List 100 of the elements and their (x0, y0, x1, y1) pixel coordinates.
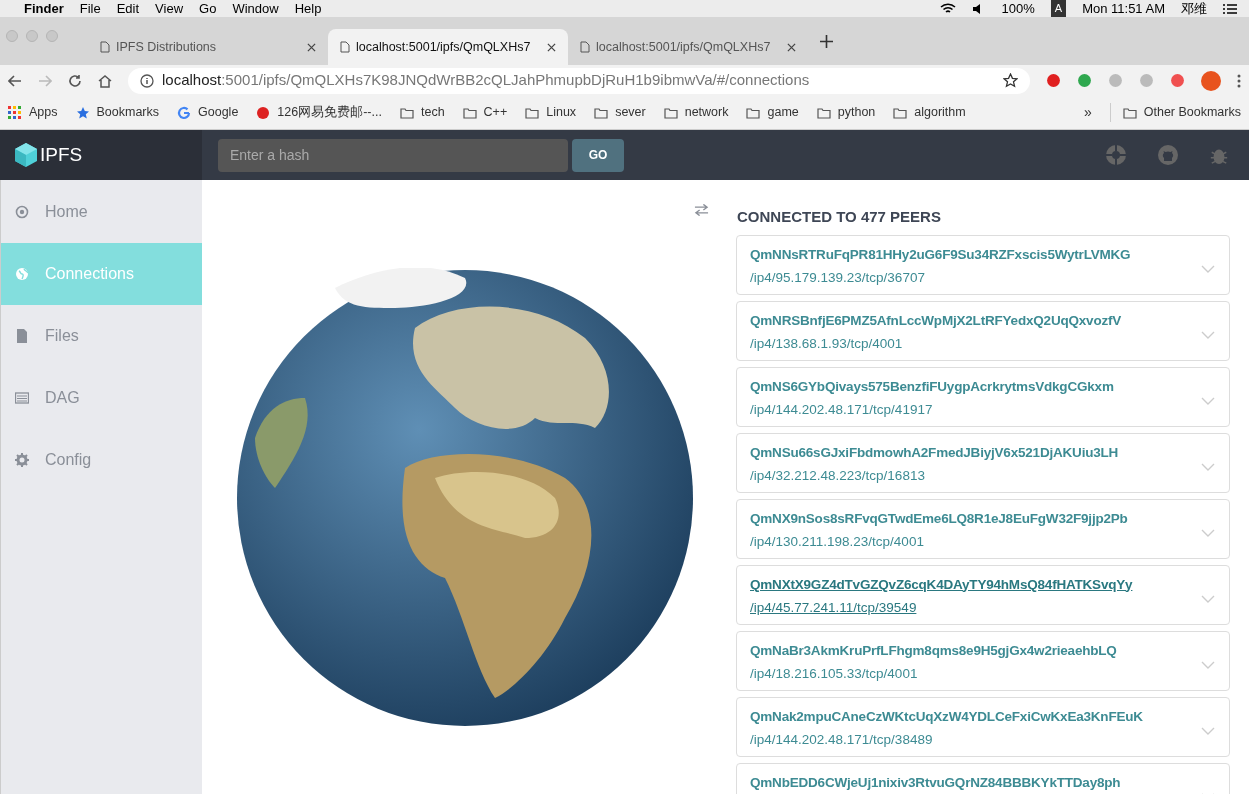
menubar-clock[interactable]: Mon 11:51 AM (1082, 0, 1165, 19)
chevron-down-icon[interactable] (1201, 463, 1215, 471)
peer-card[interactable]: QmNbEDD6CWjeUj1nixiv3RtvuGQrNZ84BBBKYkTTDay8ph (736, 762, 1230, 794)
wifi-icon[interactable] (939, 2, 956, 15)
peer-address: /ip4/144.202.48.171/tcp/41917 (750, 400, 934, 419)
bookmark[interactable]: network (663, 103, 729, 122)
peer-card[interactable]: QmNRSBnfjE6PMZ5AfnLccWpMjX2LtRFYedxQ2UqQxvozfV /ip4/138.68.1.93/tcp/4001 (736, 300, 1230, 361)
folder-icon (893, 105, 908, 120)
reload-icon[interactable] (68, 73, 82, 88)
peer-id: QmNNsRTRuFqPR81HHy2uG6F9Su34RZFxscis5WytrLVMKG (750, 245, 1132, 264)
peers-heading: CONNECTED TO 477 PEERS (736, 207, 942, 227)
other-bookmarks[interactable]: Other Bookmarks (1109, 103, 1241, 122)
chevron-down-icon[interactable] (1201, 595, 1215, 603)
peer-address: /ip4/130.211.198.23/tcp/4001 (750, 532, 925, 551)
folder-icon (462, 105, 477, 120)
browser-tab[interactable]: localhost:5001/ipfs/QmQLXHs7 (568, 29, 808, 65)
peer-address: /ip4/144.202.48.171/tcp/38489 (750, 730, 934, 749)
close-icon[interactable] (547, 42, 556, 52)
address-bar[interactable]: localhost:5001/ipfs/QmQLXHs7K98JNQdWrBB2cQLJahPhmupbDjRuH1b9ibmwVa/#/connections (128, 67, 1030, 94)
go-button[interactable]: GO (572, 138, 624, 172)
bookmark[interactable]: algorithm (893, 103, 966, 122)
browser-tab[interactable]: localhost:5001/ipfs/QmQLXHs7 (328, 29, 568, 65)
menu-item[interactable]: File (79, 0, 101, 19)
menu-item[interactable]: Window (232, 0, 279, 19)
star-icon[interactable] (1003, 73, 1018, 88)
app-menu[interactable]: Finder (24, 0, 64, 19)
bookmark[interactable]: Bookmarks (75, 103, 160, 122)
extension-icon[interactable] (1077, 73, 1092, 88)
peer-card[interactable]: QmNaBr3AkmKruPrfLFhgm8qms8e9H5gjGx4w2rieaehbLQ /ip4/18.216.105.33/tcp/4001 (736, 630, 1230, 691)
menu-item[interactable]: Go (199, 0, 217, 19)
new-tab-icon[interactable] (820, 34, 833, 48)
globe-icon (15, 267, 29, 281)
peer-id: QmNaBr3AkmKruPrfLFhgm8qms8e9H5gjGx4w2rieaehbLQ (750, 641, 1118, 660)
bookmark[interactable]: game (746, 103, 799, 122)
chevron-down-icon[interactable] (1201, 265, 1215, 273)
profile-avatar[interactable] (1201, 70, 1221, 91)
window-control[interactable] (46, 30, 58, 42)
bookmark[interactable]: Linux (525, 103, 577, 122)
peer-id: QmNS6GYbQivays575BenzfiFUygpAcrkrytmsVdkgCGkxm (750, 377, 1115, 396)
back-icon[interactable] (8, 74, 22, 87)
bookmarks-overflow[interactable]: » (1083, 102, 1092, 123)
apps-grid-icon (8, 105, 22, 120)
swap-arrows-icon[interactable] (694, 204, 709, 216)
cube-logo-icon (14, 142, 38, 168)
list-icon[interactable] (1223, 2, 1237, 15)
peer-id: QmNRSBnfjE6PMZ5AfnLccWpMjX2LtRFYedxQ2UqQxvozfV (750, 311, 1123, 330)
bookmark[interactable]: Apps (8, 103, 58, 122)
chevron-down-icon[interactable] (1201, 661, 1215, 669)
window-control[interactable] (26, 30, 38, 42)
peer-card[interactable]: QmNSu66sGJxiFbdmowhA2FmedJBiyjV6x521DjAKUiu3LH /ip4/32.212.48.223/tcp/16813 (736, 432, 1230, 493)
bookmark[interactable]: Google (177, 103, 239, 122)
more-icon[interactable] (1237, 73, 1241, 88)
battery-percent: 100% (1001, 0, 1035, 18)
menu-item[interactable]: Help (294, 0, 322, 19)
close-icon[interactable] (787, 42, 796, 52)
forward-icon[interactable] (38, 74, 52, 87)
folder-icon (525, 105, 540, 120)
peer-card[interactable]: QmNXtX9GZ4dTvGZQvZ6cqK4DAyTY94hMsQ84fHATKSvqYy /ip4/45.77.241.11/tcp/39549 (736, 564, 1230, 625)
menu-item[interactable]: View (155, 0, 184, 19)
chevron-down-icon[interactable] (1201, 397, 1215, 405)
target-icon (15, 205, 29, 219)
peer-address: /ip4/95.179.139.23/tcp/36707 (750, 268, 926, 287)
chevron-down-icon[interactable] (1201, 331, 1215, 339)
peer-address: /ip4/45.77.241.11/tcp/39549 (750, 598, 918, 617)
list-window-icon (15, 391, 29, 405)
input-source[interactable]: A (1050, 0, 1067, 17)
peer-card[interactable]: QmNX9nSos8sRFvqGTwdEme6LQ8R1eJ8EuFgW32F9jjp2Pb /ip4/130.211.198.23/tcp/4001 (736, 498, 1230, 559)
peer-card[interactable]: QmNNsRTRuFqPR81HHy2uG6F9Su34RZFxscis5WytrLVMKG /ip4/95.179.139.23/tcp/36707 (736, 234, 1230, 295)
bookmark-favicon-icon (256, 105, 271, 120)
home-icon[interactable] (98, 73, 112, 88)
folder-icon (594, 105, 609, 120)
user-name[interactable]: 邓维 (1181, 0, 1207, 19)
tab-title: IPFS Distributions (116, 38, 218, 56)
menu-item[interactable]: Edit (116, 0, 140, 19)
peer-id: QmNSu66sGJxiFbdmowhA2FmedJBiyjV6x521DjAKUiu3LH (750, 443, 1120, 462)
peer-card[interactable]: QmNS6GYbQivays575BenzfiFUygpAcrkrytmsVdkgCGkxm /ip4/144.202.48.171/tcp/41917 (736, 366, 1230, 427)
extension-icon[interactable] (1046, 73, 1061, 88)
folder-icon (399, 105, 414, 120)
bookmark[interactable]: tech (399, 103, 445, 122)
browser-tab[interactable]: IPFS Distributions (88, 29, 328, 65)
chevron-down-icon[interactable] (1201, 727, 1215, 735)
peer-id: QmNX9nSos8sRFvqGTwdEme6LQ8R1eJ8EuFgW32F9jjp2Pb (750, 509, 1129, 528)
peer-id: QmNak2mpuCAneCzWKtcUqXzW4YDLCeFxiCwKxEa3KnFEuK (750, 707, 1144, 726)
chevron-down-icon[interactable] (1201, 529, 1215, 537)
extension-icon[interactable] (1170, 73, 1185, 88)
bookmark[interactable]: python (816, 103, 876, 122)
close-icon[interactable] (307, 42, 316, 52)
bookmark[interactable]: sever (594, 103, 646, 122)
support-icon[interactable] (1105, 144, 1127, 166)
document-icon (580, 41, 590, 53)
bookmark[interactable]: 126网易免费邮--... (256, 103, 382, 122)
peer-id: QmNXtX9GZ4dTvGZQvZ6cqK4DAyTY94hMsQ84fHATKSvqYy (750, 575, 1134, 594)
gear-icon (15, 453, 29, 467)
document-icon (100, 41, 110, 53)
peer-address: /ip4/138.68.1.93/tcp/4001 (750, 334, 904, 353)
peer-card[interactable]: QmNak2mpuCAneCzWKtcUqXzW4YDLCeFxiCwKxEa3KnFEuK /ip4/144.202.48.171/tcp/38489 (736, 696, 1230, 757)
url-text: localhost:5001/ipfs/QmQLXHs7K98JNQdWrBB2cQLJahPhmupbDjRuH1b9ibmwVa/#/connections (162, 70, 811, 91)
hash-input-field[interactable]: Enter a hash (218, 138, 568, 172)
bookmark[interactable]: C++ (462, 103, 508, 122)
window-control[interactable] (6, 30, 18, 42)
